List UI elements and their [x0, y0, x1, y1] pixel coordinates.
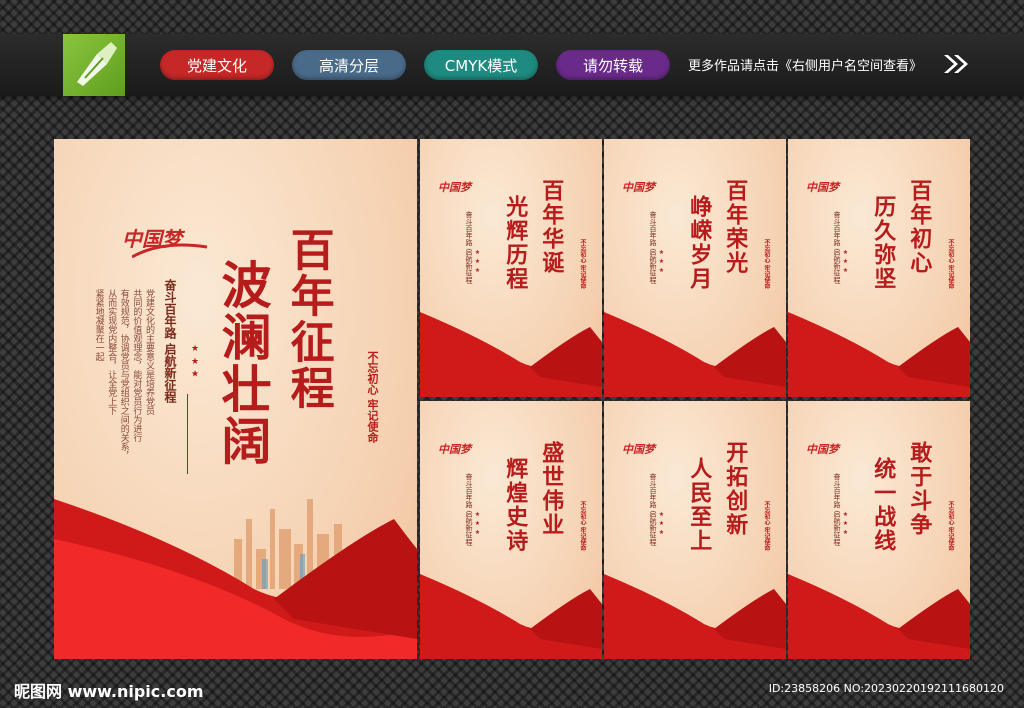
poster-stamp: 不忘初心 牢记使命 — [947, 239, 954, 290]
brand-swoosh-icon — [132, 243, 208, 259]
poster-stamp: 不忘初心 牢记使命 — [763, 239, 770, 290]
poster-title-1: 百年华诞 — [538, 179, 565, 275]
poster-title-2: 人民至上 — [686, 457, 713, 553]
poster-stamp: 不忘初心 牢记使命 — [763, 501, 770, 552]
red-ribbon-icon — [788, 574, 970, 659]
tag-button-cmyk[interactable]: CMYK模式 — [424, 50, 538, 80]
red-ribbon-icon — [54, 499, 417, 659]
stars-decoration: ★ ★ ★ — [842, 249, 849, 274]
poster-subtitle: 奋斗百年路 启航新征程 — [465, 473, 473, 546]
body-line: 共同的价值观理念，能对党员行为进行 — [131, 289, 142, 442]
poster-title-1: 开拓创新 — [722, 441, 749, 537]
poster-title-1: 盛世伟业 — [538, 441, 565, 537]
poster-subtitle: 奋斗百年路 启航新征程 — [833, 211, 841, 284]
small-poster-5: 中国梦 奋斗百年路 启航新征程 ★ ★ ★ 开拓创新 人民至上 不忘初心 牢记使… — [604, 401, 786, 659]
poster-title-1: 百年初心 — [906, 179, 933, 275]
red-ribbon-icon — [420, 312, 602, 397]
small-poster-3: 中国梦 奋斗百年路 启航新征程 ★ ★ ★ 百年初心 历久弥坚 不忘初心 牢记使… — [788, 139, 970, 397]
body-line: 从而实现党内整合，让全党上下 — [106, 289, 117, 415]
pen-logo-icon — [63, 34, 125, 96]
china-dream-brand: 中国梦 — [438, 181, 471, 194]
main-subtitle: 奋斗百年路 启航新征程 — [163, 279, 177, 404]
stars-decoration: ★ ★ ★ — [658, 249, 665, 274]
small-poster-6: 中国梦 奋斗百年路 启航新征程 ★ ★ ★ 敢于斗争 统一战线 不忘初心 牢记使… — [788, 401, 970, 659]
china-dream-brand: 中国梦 — [438, 443, 471, 456]
red-ribbon-icon — [604, 574, 786, 659]
tag-button-no-repost[interactable]: 请勿转载 — [556, 50, 670, 80]
body-line: 有效规范，协调党员与党组织之间的关系， — [118, 289, 129, 460]
more-works-link[interactable]: 更多作品请点击《右侧用户名空间查看》 — [688, 55, 922, 74]
stars-decoration: ★ ★ ★ — [842, 511, 849, 536]
body-line: 党建文化的主要意义是培养党员 — [143, 289, 154, 415]
china-dream-brand: 中国梦 — [622, 181, 655, 194]
main-title-1: 百年征程 — [282, 227, 334, 411]
poster-title-2: 峥嵘岁月 — [686, 195, 713, 291]
china-dream-brand: 中国梦 — [622, 443, 655, 456]
body-line: 紧紧地凝聚在一起 — [93, 289, 104, 361]
china-dream-brand: 中国梦 — [806, 443, 839, 456]
small-poster-2: 中国梦 奋斗百年路 启航新征程 ★ ★ ★ 百年荣光 峥嵘岁月 不忘初心 牢记使… — [604, 139, 786, 397]
image-id-text: ID:23858206 NO:20230220192111680120 — [768, 682, 1004, 695]
stars-decoration: ★ ★ ★ — [658, 511, 665, 536]
main-poster: 中国梦 奋斗百年路 启航新征程 党建文化的主要意义是培养党员 共同的价值观理念，… — [54, 139, 417, 659]
poster-subtitle: 奋斗百年路 启航新征程 — [649, 473, 657, 546]
poster-stamp: 不忘初心 牢记使命 — [947, 501, 954, 552]
small-poster-1: 中国梦 奋斗百年路 启航新征程 ★ ★ ★ 百年华诞 光辉历程 不忘初心 牢记使… — [420, 139, 602, 397]
poster-title-2: 统一战线 — [870, 457, 897, 553]
poster-title-1: 百年荣光 — [722, 179, 749, 275]
poster-title-1: 敢于斗争 — [906, 441, 933, 537]
poster-subtitle: 奋斗百年路 启航新征程 — [833, 473, 841, 546]
stars-decoration: ★ ★ ★ — [190, 344, 200, 380]
tag-button-hd-layers[interactable]: 高清分层 — [292, 50, 406, 80]
poster-stamp: 不忘初心 牢记使命 — [579, 501, 586, 552]
poster-title-2: 辉煌史诗 — [502, 457, 529, 553]
poster-subtitle: 奋斗百年路 启航新征程 — [465, 211, 473, 284]
stars-decoration: ★ ★ ★ — [474, 511, 481, 536]
poster-title-2: 历久弥坚 — [870, 195, 897, 291]
main-title-2: 波澜壮阔 — [213, 259, 273, 467]
poster-subtitle: 奋斗百年路 启航新征程 — [649, 211, 657, 284]
tag-button-party-culture[interactable]: 党建文化 — [160, 50, 274, 80]
main-stamp: 不忘初心 牢记使命 — [366, 351, 379, 443]
stars-decoration: ★ ★ ★ — [474, 249, 481, 274]
poster-stamp: 不忘初心 牢记使命 — [579, 239, 586, 290]
china-dream-brand: 中国梦 — [806, 181, 839, 194]
small-poster-4: 中国梦 奋斗百年路 启航新征程 ★ ★ ★ 盛世伟业 辉煌史诗 不忘初心 牢记使… — [420, 401, 602, 659]
poster-title-2: 光辉历程 — [502, 195, 529, 291]
red-ribbon-icon — [420, 574, 602, 659]
double-arrow-icon[interactable] — [942, 53, 970, 79]
divider-line — [187, 394, 188, 474]
red-ribbon-icon — [788, 312, 970, 397]
site-watermark: 昵图网 www.nipic.com — [14, 682, 204, 701]
red-ribbon-icon — [604, 312, 786, 397]
